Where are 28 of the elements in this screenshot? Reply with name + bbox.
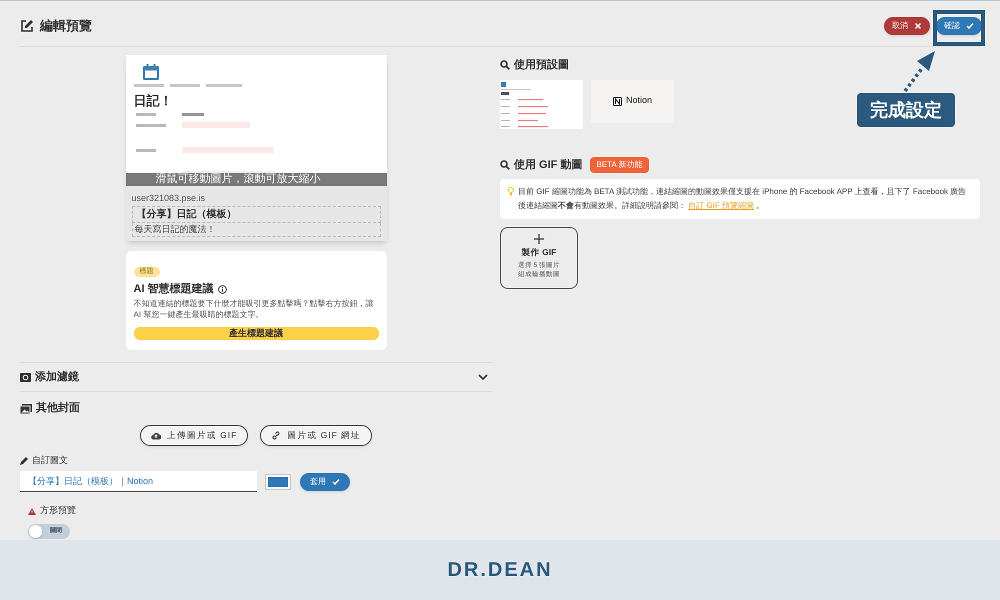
gif-section-title: 使用 GIF 動圖 [514, 158, 582, 172]
filter-section-title[interactable]: 添加濾鏡 [35, 369, 79, 386]
ai-title: AI 智慧標題建議 [134, 283, 214, 296]
cancel-button[interactable]: 取消 [884, 16, 930, 34]
image-url-button[interactable]: 圖片或 GIF 網址 [260, 424, 372, 446]
upload-button[interactable]: 上傳圖片或 GIF [140, 424, 248, 446]
notion-thumbnail[interactable]: Notion [591, 80, 674, 122]
link-domain: user321083.pse.is [132, 192, 206, 205]
apply-button[interactable]: 套用 [300, 472, 350, 491]
gif-notice: 目前 GIF 縮圖功能為 BETA 測試功能，連結縮圖的動圖效果僅支援在 iPhone 的 Facebook APP 上查看，且下了 Facebook 廣告後連結縮圖不會有動圖效果。詳細說明請參閱： 自訂 GIF 預覽縮圖 。 [518, 186, 968, 212]
ai-description: 不知道連結的標題要下什麼才能吸引更多點擊嗎？點擊右方按鈕，讓 AI 幫您一鍵產生最吸睛的標題文字。 [134, 298, 374, 320]
beta-badge: BETA 新功能 [590, 156, 649, 173]
link-description: 每天寫日記的魔法！ [132, 222, 380, 237]
square-preview-label: 方形預覽 [40, 504, 76, 518]
custom-text-field[interactable]: 【分享】日記（模板）｜Notion [20, 471, 257, 492]
custom-text-label: 自訂圖文 [32, 454, 68, 467]
confirm-button[interactable]: 確認 [936, 16, 982, 34]
generate-title-button[interactable]: 產生標題建議 [134, 327, 378, 340]
page-title: 編輯預覽 [40, 16, 92, 35]
make-gif-title: 製作 GIF [522, 246, 556, 259]
link-title: 【分享】日記（模板） [132, 206, 380, 222]
other-cover-title: 其他封面 [36, 400, 80, 416]
footer-logo: DR.DEAN [447, 558, 553, 583]
annotation-label: 完成設定 [857, 93, 955, 127]
default-images-title: 使用預設圖 [514, 58, 569, 73]
overlay-hint: 滑鼠可移動圖片，滾動可放大縮小 [156, 174, 320, 185]
notion-page-title: 日記！ [134, 92, 174, 110]
link-preview-card[interactable]: 日記！ 滑鼠可移動圖片，滾動可放大縮小 user321083.pse.is 【分享】日記（模板） 每天寫日記的魔法！ [126, 55, 386, 241]
